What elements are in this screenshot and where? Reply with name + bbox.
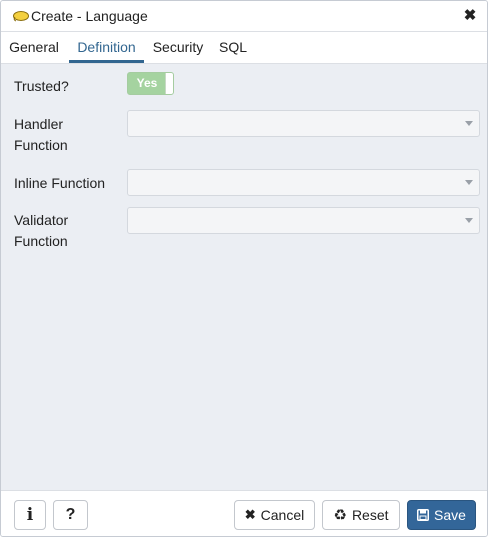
dialog-titlebar[interactable]: Create - Language ✖ — [1, 1, 487, 32]
floppy-disk-icon — [417, 509, 430, 521]
trusted-label: Trusted? — [14, 78, 69, 94]
create-language-dialog: Create - Language ✖ General Definition S… — [0, 0, 488, 537]
tab-definition[interactable]: Definition — [69, 32, 144, 63]
handler-function-select[interactable] — [127, 110, 480, 137]
inline-function-label: Inline Function — [14, 175, 106, 191]
validator-function-label: Validator Function — [14, 210, 68, 252]
caret-down-icon — [465, 218, 473, 223]
recycle-icon: ♻ — [333, 507, 347, 524]
validator-function-select[interactable] — [127, 207, 480, 234]
handler-function-label-line2: Function — [14, 137, 68, 153]
save-button[interactable]: Save — [407, 500, 476, 530]
handler-function-label-line1: Handler — [14, 116, 64, 132]
info-button[interactable]: i — [14, 500, 46, 530]
cancel-button[interactable]: ✖ Cancel — [234, 500, 315, 530]
validator-function-label-line1: Validator — [14, 212, 69, 228]
save-label: Save — [434, 507, 466, 523]
inline-function-select[interactable] — [127, 169, 480, 196]
trusted-toggle[interactable]: Yes — [127, 72, 174, 95]
caret-down-icon — [465, 180, 473, 185]
validator-function-label-line2: Function — [14, 233, 68, 249]
tab-general[interactable]: General — [6, 32, 62, 63]
handler-function-label: Handler Function — [14, 114, 68, 156]
close-icon[interactable]: ✖ — [461, 7, 479, 25]
dialog-footer: i ? ✖ Cancel ♻ Reset Save — [1, 490, 487, 536]
trusted-toggle-value: Yes — [136, 76, 158, 90]
reset-label: Reset — [351, 507, 389, 523]
reset-button[interactable]: ♻ Reset — [322, 500, 400, 530]
help-button[interactable]: ? — [53, 500, 88, 530]
tab-sql[interactable]: SQL — [215, 32, 251, 63]
cancel-label: Cancel — [260, 507, 305, 523]
dialog-title: Create - Language — [31, 8, 148, 24]
info-icon: i — [26, 505, 34, 525]
toggle-handle — [165, 73, 173, 94]
tab-bar: General Definition Security SQL — [1, 32, 487, 64]
elephant-icon — [13, 11, 29, 22]
caret-down-icon — [465, 121, 473, 126]
close-icon: ✖ — [244, 507, 256, 522]
tab-security[interactable]: Security — [149, 32, 207, 63]
help-icon: ? — [65, 506, 76, 523]
